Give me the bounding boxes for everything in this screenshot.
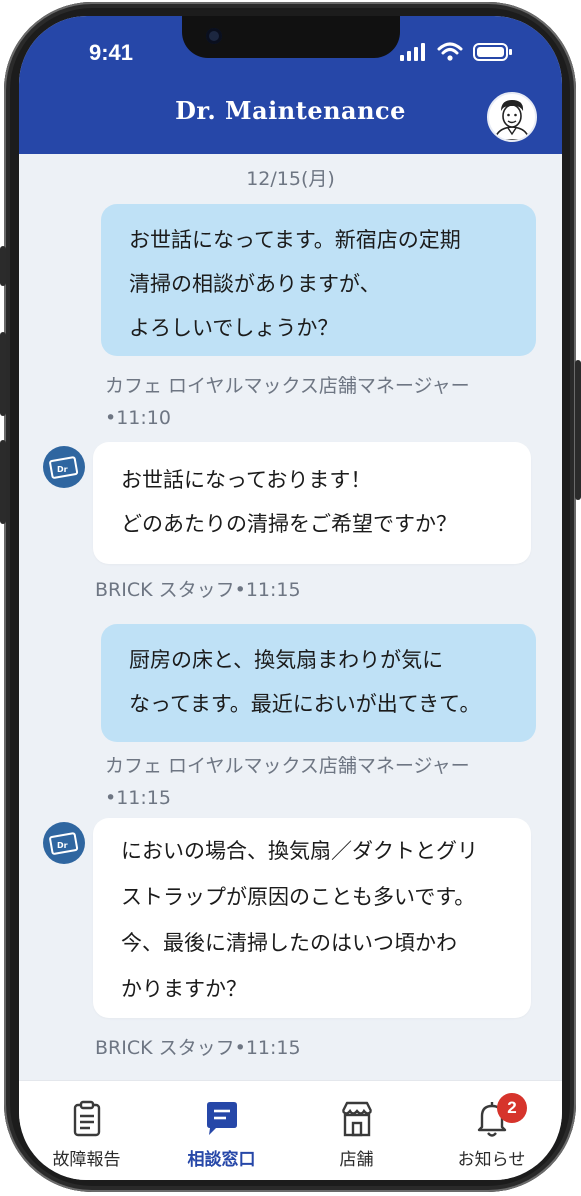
battery-icon [473,43,512,61]
outgoing-message-bubble[interactable]: 厨房の床と、換気扇まわりが気に なってます。最近においが出てきて。 [101,624,536,742]
wifi-icon [437,42,463,61]
user-avatar[interactable] [487,92,537,142]
date-separator: 12/15(月) [246,168,335,190]
store-icon [341,1101,373,1137]
app-screen: 9:41 Dr. Maintenance 12/15(月) お世話になってます。… [19,16,562,1180]
status-time: 9:41 [89,40,134,65]
svg-text:Dr: Dr [57,841,68,850]
message-meta: カフェ ロイヤルマックス店舗マネージャー •11:10 [105,375,470,429]
mute-switch [0,246,6,286]
status-icons [399,42,539,66]
status-bar: 9:41 [19,16,562,88]
signal-icon [400,43,425,61]
bottom-tab-bar: 故障報告 相談窓口 店舗 お知らせ 2 [19,1080,562,1180]
message-meta: BRICK スタッフ•11:15 [95,579,301,601]
tab-fault-report[interactable]: 故障報告 [19,1081,154,1180]
chat-thread[interactable]: 12/15(月) お世話になってます。新宿店の定期 清掃の相談がありますが、 よ… [19,154,562,1080]
power-button [575,360,581,500]
tab-notifications[interactable]: お知らせ [424,1081,559,1180]
avatar-illustration [494,100,530,140]
clipboard-icon [73,1100,101,1137]
svg-text:Dr: Dr [57,465,68,474]
staff-avatar-icon: Dr [43,446,85,488]
notification-badge: 2 [497,1093,527,1123]
incoming-message-bubble[interactable]: においの場合、換気扇／ダクトとグリ ストラップが原因のことも多いです。 今、最後… [93,818,531,1018]
tab-label: 故障報告 [52,1150,121,1170]
message-meta: カフェ ロイヤルマックス店舗マネージャー •11:15 [105,755,470,809]
volume-down-button [0,440,6,524]
tab-label: お知らせ [457,1150,526,1170]
outgoing-message-bubble[interactable]: お世話になってます。新宿店の定期 清掃の相談がありますが、 よろしいでしょうか？ [101,204,536,356]
volume-up-button [0,332,6,416]
tab-label: 相談窓口 [187,1150,256,1170]
notch [182,16,400,58]
message-meta: BRICK スタッフ•11:15 [95,1037,301,1059]
tab-store[interactable]: 店舗 [289,1081,424,1180]
chat-icon [207,1102,237,1135]
app-title: Dr. Maintenance [175,96,406,125]
tab-label: 店舗 [339,1150,374,1170]
staff-avatar-icon: Dr [43,822,85,864]
camera-icon [206,28,222,44]
tab-consultation[interactable]: 相談窓口 [154,1081,289,1180]
incoming-message-bubble[interactable]: お世話になっております！ どのあたりの清掃をご希望ですか？ [93,442,531,564]
app-header: 9:41 Dr. Maintenance [19,16,562,154]
